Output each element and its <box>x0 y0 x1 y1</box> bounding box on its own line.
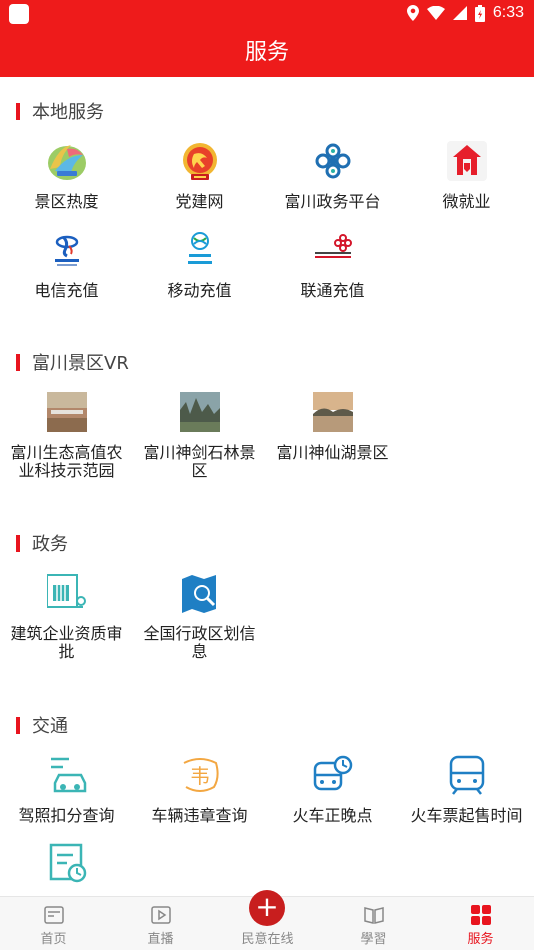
tab-label: 直播 <box>147 932 174 947</box>
item-eco-park[interactable]: 富川生态高值农业科技示范园 <box>0 392 133 480</box>
status-icons: 6:33 <box>406 4 524 22</box>
service-content: 本地服务 景区热度 党建网 富川政务平台 微就业 电信充值 移动充值 联通充值 … <box>0 77 534 897</box>
item-label: 富川神剑石林景区 <box>143 443 256 480</box>
item-label: 建筑企业资质审批 <box>10 624 123 661</box>
section-marker <box>16 717 20 734</box>
section-title-local-services: 本地服务 <box>16 102 104 124</box>
location-icon <box>406 5 419 21</box>
status-time: 6:33 <box>492 4 524 21</box>
ticket-clock-icon <box>47 843 87 883</box>
item-immortal-lake[interactable]: 富川神仙湖景区 <box>266 392 399 462</box>
stone-forest-photo <box>179 392 220 432</box>
section-marker <box>16 535 20 552</box>
item-admin-division[interactable]: 全国行政区划信息 <box>133 573 266 661</box>
building-icon <box>45 573 87 613</box>
item-label: 富川神仙湖景区 <box>276 443 389 462</box>
item-label: 微就业 <box>442 192 491 211</box>
status-bar: 6:33 <box>0 0 534 28</box>
scenic-heat-icon <box>47 141 87 181</box>
item-violation[interactable]: 韦 车辆违章查询 <box>133 755 266 825</box>
item-label: 全国行政区划信息 <box>143 624 256 661</box>
wifi-icon <box>426 6 445 20</box>
item-party-building[interactable]: 党建网 <box>133 141 266 211</box>
grid-icon <box>470 904 492 926</box>
item-unicom-recharge[interactable]: 联通充值 <box>266 230 399 300</box>
item-label: 移动充值 <box>167 281 232 300</box>
plus-icon[interactable]: + <box>249 890 285 926</box>
section-marker <box>16 103 20 120</box>
government-platform-icon <box>313 141 353 181</box>
china-unicom-icon <box>313 230 353 270</box>
tab-label: 學習 <box>360 932 387 947</box>
page-title: 服务 <box>0 28 534 77</box>
item-license-points[interactable]: 驾照扣分查询 <box>0 755 133 825</box>
svg-text:韦: 韦 <box>190 764 210 788</box>
eco-park-photo <box>46 392 87 432</box>
item-label: 联通充值 <box>300 281 365 300</box>
battery-icon <box>474 4 485 22</box>
item-government-platform[interactable]: 富川政务平台 <box>266 141 399 211</box>
item-micro-employment[interactable]: 微就业 <box>400 141 533 211</box>
section-title-government: 政务 <box>16 534 68 556</box>
tab-label: 民意在线 <box>241 932 294 947</box>
china-mobile-icon <box>180 230 220 270</box>
tab-home[interactable]: 首页 <box>0 897 107 951</box>
item-train-delay[interactable]: 火车正晚点 <box>266 755 399 825</box>
micro-employment-icon <box>446 141 487 181</box>
item-label: 党建网 <box>175 192 224 211</box>
item-label: 火车正晚点 <box>292 806 373 825</box>
item-label: 车辆违章查询 <box>151 806 248 825</box>
party-building-icon <box>180 141 220 181</box>
china-telecom-icon <box>47 230 87 270</box>
immortal-lake-photo <box>312 392 353 432</box>
train-icon <box>447 755 487 795</box>
item-stone-forest[interactable]: 富川神剑石林景区 <box>133 392 266 480</box>
item-label: 富川政务平台 <box>284 192 381 211</box>
item-label: 驾照扣分查询 <box>18 806 115 825</box>
item-label: 景区热度 <box>34 192 99 211</box>
item-mobile-recharge[interactable]: 移动充值 <box>133 230 266 300</box>
violation-icon: 韦 <box>180 755 220 795</box>
item-label: 火车票起售时间 <box>410 806 523 825</box>
item-label: 富川生态高值农业科技示范园 <box>10 443 123 480</box>
item-scenic-heat[interactable]: 景区热度 <box>0 141 133 211</box>
item-telecom-recharge[interactable]: 电信充值 <box>0 230 133 300</box>
item-label: 电信充值 <box>34 281 99 300</box>
notification-icon <box>9 4 29 24</box>
tab-live[interactable]: 直播 <box>107 897 214 951</box>
section-marker <box>16 354 20 371</box>
tab-label: 首页 <box>40 932 67 947</box>
map-search-icon <box>180 573 220 613</box>
section-title-vr: 富川景区VR <box>16 353 129 375</box>
train-clock-icon <box>313 755 353 795</box>
item-building-approval[interactable]: 建筑企业资质审批 <box>0 573 133 661</box>
car-license-icon <box>47 755 87 795</box>
live-icon <box>150 904 172 926</box>
book-icon <box>363 904 385 926</box>
home-icon <box>43 904 65 926</box>
tab-services[interactable]: 服务 <box>427 897 534 951</box>
item-ticket-clock[interactable] <box>0 843 133 895</box>
tab-study[interactable]: 學習 <box>320 897 427 951</box>
signal-icon <box>452 6 467 20</box>
item-ticket-sale-time[interactable]: 火车票起售时间 <box>400 755 533 825</box>
section-title-transport: 交通 <box>16 716 68 738</box>
tab-label: 服务 <box>467 932 494 947</box>
